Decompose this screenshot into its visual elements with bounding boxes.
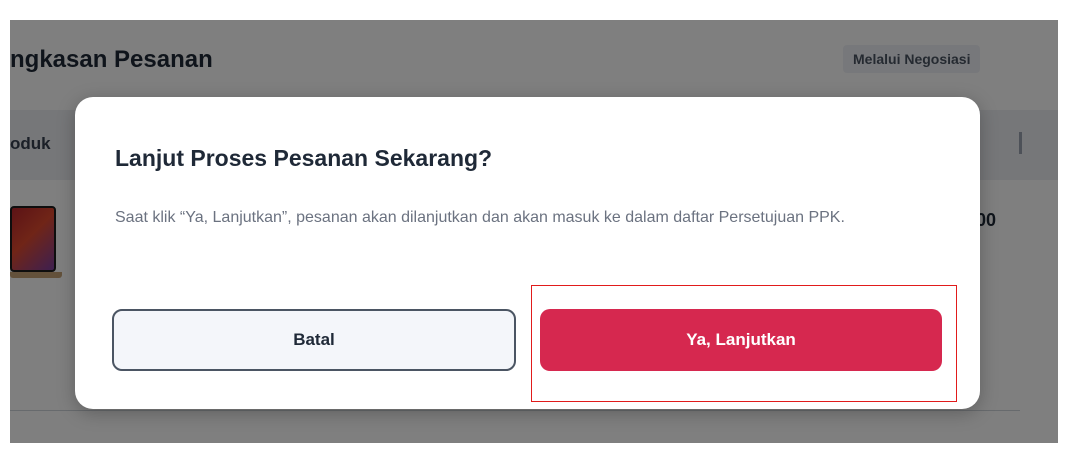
confirm-continue-button[interactable]: Ya, Lanjutkan — [540, 309, 942, 371]
cancel-button[interactable]: Batal — [112, 309, 516, 371]
dialog-description: Saat klik “Ya, Lanjutkan”, pesanan akan … — [115, 209, 845, 226]
dialog-title: Lanjut Proses Pesanan Sekarang? — [115, 145, 493, 171]
confirm-order-dialog: Lanjut Proses Pesanan Sekarang? Saat kli… — [75, 97, 980, 409]
screen: ngkasan Pesanan Melalui Negosiasi oduk 0… — [0, 0, 1072, 463]
